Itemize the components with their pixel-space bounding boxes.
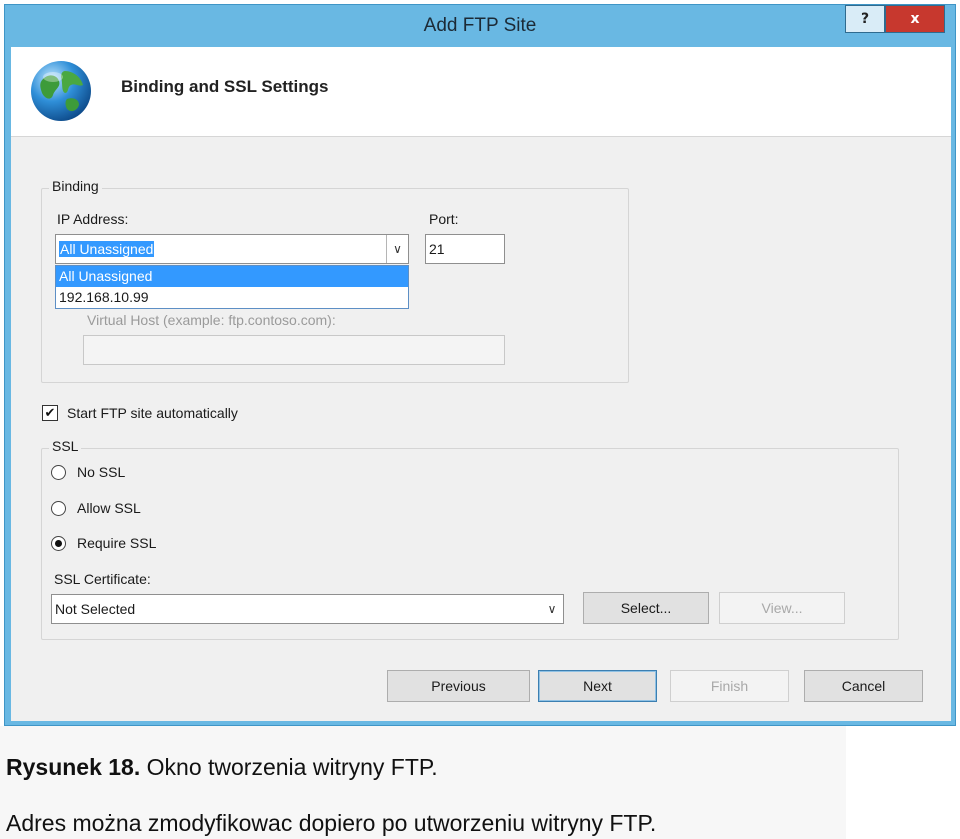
port-field[interactable]: 21 — [425, 234, 505, 264]
ip-address-select[interactable]: All Unassigned ∨ — [55, 234, 409, 264]
start-automatically-label: Start FTP site automatically — [67, 405, 238, 421]
finish-button[interactable]: Finish — [670, 670, 789, 702]
caption-line-1: Rysunek 18. Okno tworzenia witryny FTP. — [6, 754, 438, 781]
ssl-certificate-value: Not Selected — [55, 601, 136, 617]
require-ssl-radio[interactable] — [51, 536, 66, 551]
help-icon: ? — [860, 11, 870, 27]
figure-text: Okno tworzenia witryny FTP. — [146, 754, 438, 780]
allow-ssl-radio[interactable] — [51, 501, 66, 516]
add-ftp-site-dialog: Add FTP Site ? x Binding and SSL Setting… — [4, 4, 956, 726]
caption-line-2: Adres można zmodyfikowac dopiero po utwo… — [6, 810, 657, 836]
binding-legend: Binding — [49, 178, 102, 194]
virtual-host-label: Virtual Host (example: ftp.contoso.com): — [87, 312, 336, 328]
no-ssl-label: No SSL — [77, 464, 126, 480]
port-label: Port: — [429, 211, 459, 227]
allow-ssl-label: Allow SSL — [77, 500, 141, 516]
wizard-header: Binding and SSL Settings — [11, 47, 951, 137]
figure-caption: Rysunek 18. Okno tworzenia witryny FTP. … — [0, 726, 846, 839]
chevron-down-icon[interactable]: ∨ — [386, 235, 408, 263]
ssl-legend: SSL — [49, 438, 82, 454]
window-title: Add FTP Site — [423, 15, 537, 36]
ssl-certificate-label: SSL Certificate: — [54, 571, 151, 587]
previous-button[interactable]: Previous — [387, 670, 530, 702]
globe-icon — [31, 61, 91, 121]
checkmark-icon: ✔ — [44, 405, 56, 421]
start-automatically-checkbox[interactable]: ✔ — [42, 405, 58, 421]
no-ssl-radio[interactable] — [51, 465, 66, 480]
close-button[interactable]: x — [885, 5, 945, 33]
virtual-host-field[interactable] — [83, 335, 505, 365]
title-bar[interactable]: Add FTP Site ? x — [5, 5, 955, 47]
next-button[interactable]: Next — [538, 670, 657, 702]
select-certificate-button[interactable]: Select... — [583, 592, 709, 624]
ssl-certificate-select[interactable]: Not Selected ∨ — [51, 594, 564, 624]
ip-address-label: IP Address: — [57, 211, 129, 227]
help-button[interactable]: ? — [845, 5, 885, 33]
page-title: Binding and SSL Settings — [121, 77, 329, 96]
require-ssl-label: Require SSL — [77, 535, 157, 551]
port-value: 21 — [429, 241, 445, 257]
view-certificate-button[interactable]: View... — [719, 592, 845, 624]
dialog-client-area: Binding and SSL Settings Binding IP Addr… — [11, 47, 951, 721]
close-icon: x — [910, 11, 920, 27]
ip-address-dropdown-list: All Unassigned 192.168.10.99 — [55, 265, 409, 309]
ip-option-all-unassigned[interactable]: All Unassigned — [56, 266, 408, 287]
figure-label: Rysunek 18. — [6, 754, 141, 780]
ip-option-192-168-10-99[interactable]: 192.168.10.99 — [56, 287, 408, 308]
cancel-button[interactable]: Cancel — [804, 670, 923, 702]
ip-address-value: All Unassigned — [59, 241, 155, 257]
chevron-down-icon[interactable]: ∨ — [541, 595, 563, 623]
